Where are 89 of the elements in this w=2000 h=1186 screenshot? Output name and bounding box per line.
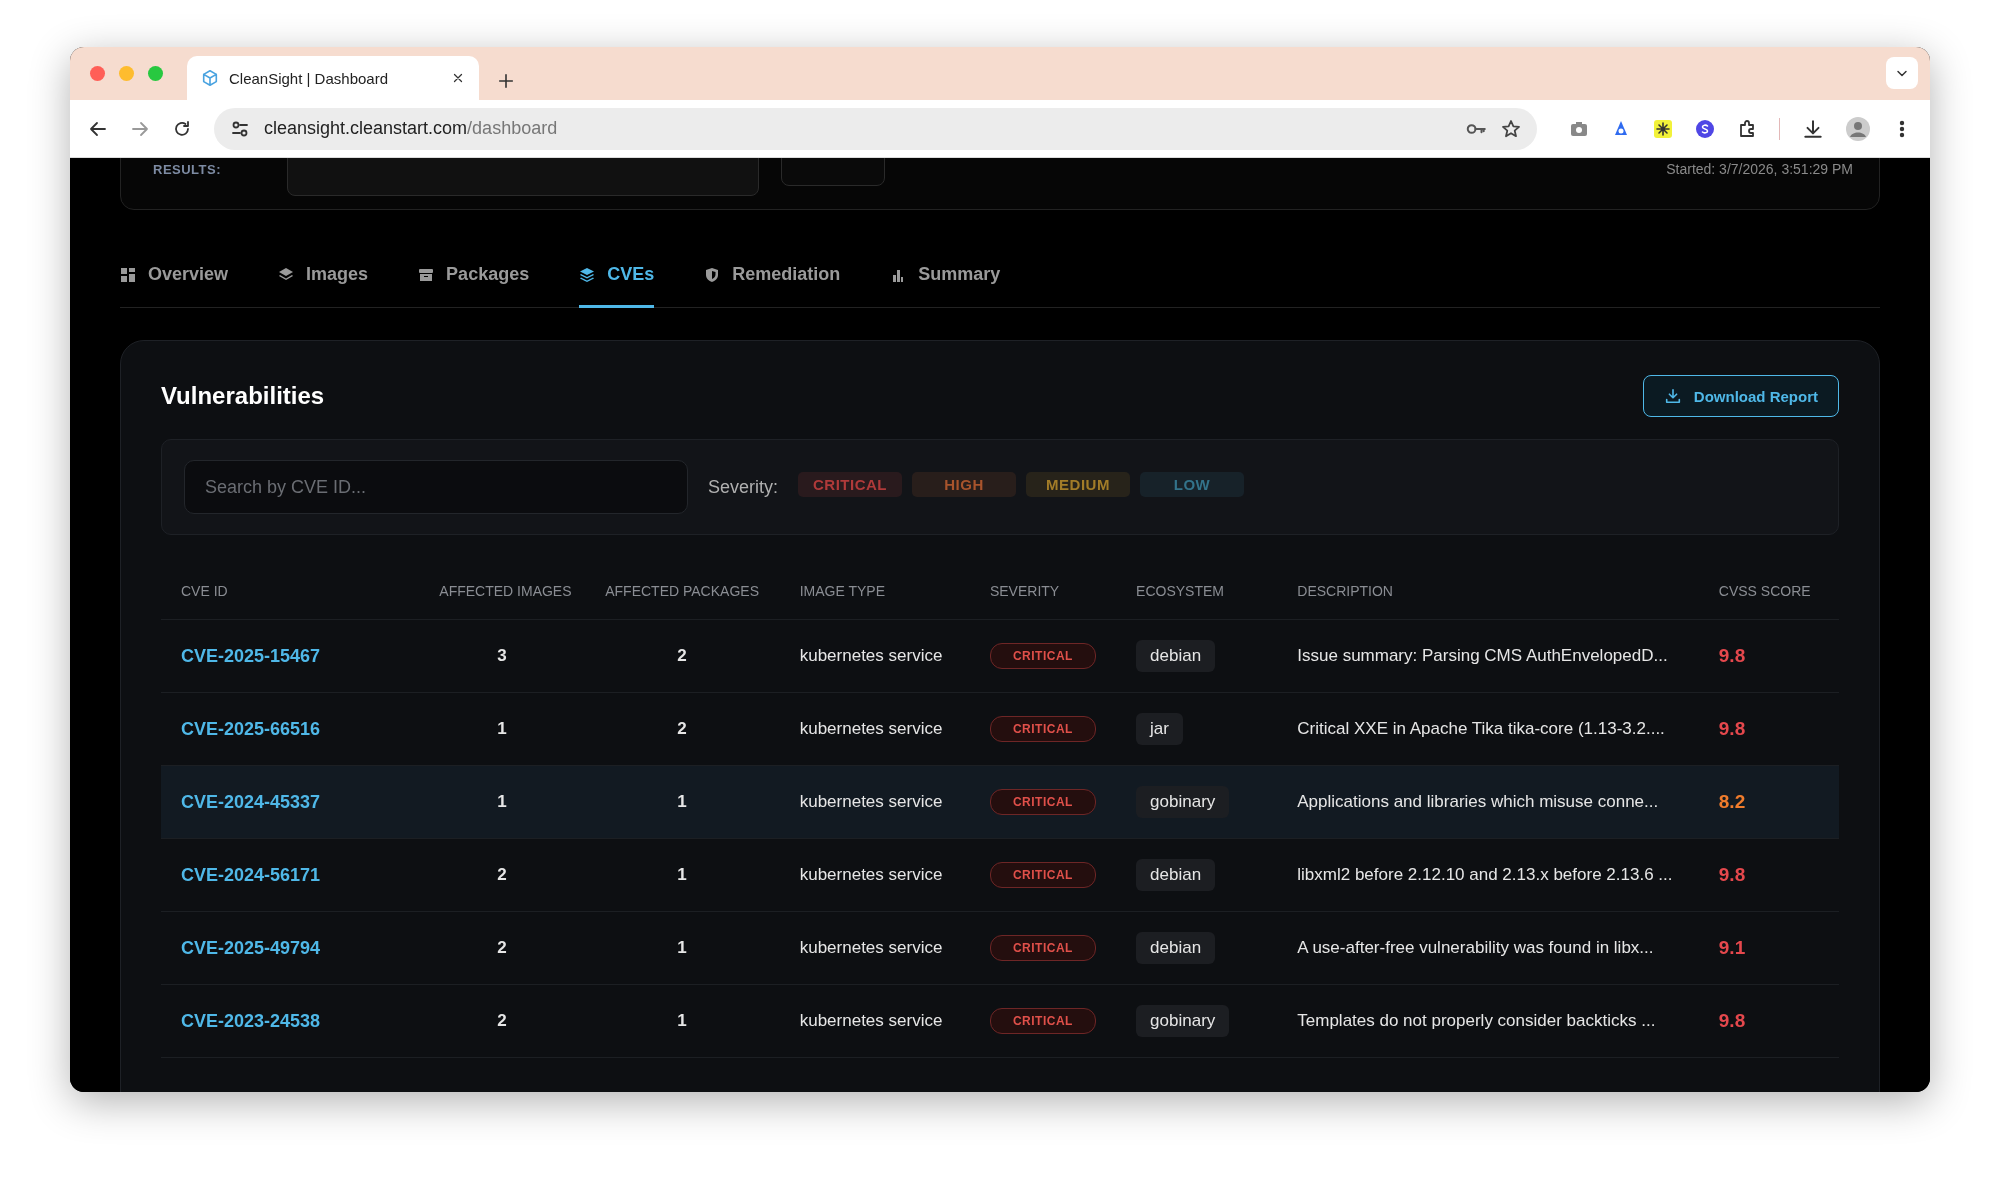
nav-tab[interactable]: Packages (418, 264, 530, 308)
cvss-score: 9.8 (1718, 645, 1746, 666)
table-cell: kubernetes service (799, 1011, 943, 1030)
table-cell: 1 (677, 792, 687, 811)
ecosystem-tag: debian (1136, 640, 1216, 672)
nav-tab[interactable]: CVEs (579, 264, 655, 308)
table-cell: 2 (677, 646, 687, 665)
ecosystem-tag: gobinary (1136, 1005, 1230, 1037)
table-cell: 2 (677, 719, 687, 738)
asterisk-extension-icon[interactable] (1653, 118, 1673, 139)
description-text: Issue summary: Parsing CMS AuthEnvelopedD... (1297, 646, 1668, 665)
new-tab-icon[interactable] (497, 72, 515, 90)
avatar-icon[interactable] (1846, 116, 1870, 141)
table-cell: kubernetes service (799, 792, 943, 811)
search-field[interactable]: Search by CVE ID... (184, 460, 688, 514)
ecosystem-tag: debian (1136, 859, 1216, 891)
cvss-score: 9.8 (1718, 1010, 1746, 1031)
table-cell: 1 (497, 719, 507, 738)
download-icon (1663, 387, 1682, 405)
nav-tab[interactable]: Summary (890, 264, 1001, 308)
column-header: ECOSYSTEM (1136, 583, 1224, 599)
stack-icon (579, 266, 596, 283)
table-cell: kubernetes service (799, 646, 943, 665)
puzzle-icon[interactable] (1737, 118, 1757, 139)
table-cell: kubernetes service (799, 865, 943, 884)
description-text: libxml2 before 2.12.10 and 2.13.x before 2.13.6 ... (1297, 865, 1673, 884)
nav-tab[interactable]: Remediation (704, 264, 841, 308)
layers-icon (278, 266, 295, 283)
severity-badge: CRITICAL (989, 1008, 1096, 1034)
address-bar[interactable]: cleansight.cleanstart.com/dashboard (214, 107, 1537, 150)
nav-tab[interactable]: Images (278, 264, 369, 308)
column-header: IMAGE TYPE (799, 583, 886, 599)
description-text: Critical XXE in Apache Tika tika-core (1.13-3.2.... (1297, 719, 1665, 738)
description-text: Applications and libraries which misuse conne... (1297, 792, 1659, 811)
severity-badge: CRITICAL (989, 789, 1096, 815)
cvss-score: 8.2 (1718, 791, 1746, 812)
download-report-button[interactable]: Download Report (1642, 375, 1839, 417)
cvss-score: 9.8 (1718, 718, 1746, 739)
close-icon[interactable] (451, 71, 465, 85)
column-header: AFFECTED PACKAGES (605, 583, 759, 599)
cve-link[interactable]: CVE-2025-66516 (181, 718, 321, 739)
cve-link[interactable]: CVE-2025-15467 (181, 645, 321, 666)
table-cell: 2 (497, 1011, 507, 1030)
cve-link[interactable]: CVE-2023-24538 (181, 1010, 321, 1031)
star-icon[interactable] (1501, 118, 1521, 139)
grid-icon (120, 266, 136, 283)
cvss-score: 9.8 (1718, 864, 1746, 885)
column-header: CVE ID (181, 583, 228, 599)
archive-icon (418, 266, 435, 283)
reload-icon[interactable] (172, 118, 192, 139)
circle-extension-icon[interactable] (1695, 118, 1715, 139)
table-cell: kubernetes service (799, 938, 943, 957)
download-icon[interactable] (1802, 117, 1824, 140)
severity-badge: CRITICAL (989, 643, 1096, 669)
severity-badge: CRITICAL (989, 935, 1096, 961)
table-cell: 1 (677, 865, 687, 884)
nav-tab[interactable]: Overview (120, 264, 229, 308)
cube-icon (201, 69, 219, 87)
shield-icon (704, 266, 721, 283)
severity-badge: CRITICAL (989, 716, 1096, 742)
table-cell: 1 (677, 1011, 687, 1030)
ecosystem-tag: debian (1136, 932, 1216, 964)
ecosystem-tag: jar (1136, 713, 1183, 745)
cvss-score: 9.1 (1718, 937, 1746, 958)
cve-link[interactable]: CVE-2024-56171 (181, 864, 321, 885)
severity-filter-chip[interactable]: MEDIUM (1026, 471, 1131, 497)
table-cell: 2 (497, 865, 507, 884)
started-time: Started: 3/7/2026, 3:51:29 PM (1666, 161, 1853, 177)
column-header: CVSS SCORE (1718, 583, 1811, 599)
column-header: DESCRIPTION (1297, 583, 1393, 599)
table-cell: 1 (497, 792, 507, 811)
tab-title: CleanSight | Dashboard (229, 69, 389, 87)
table-cell: 3 (497, 646, 507, 665)
column-header: SEVERITY (989, 583, 1060, 599)
description-text: A use-after-free vulnerability was found in libx... (1297, 938, 1654, 957)
table-cell: kubernetes service (799, 719, 943, 738)
table-cell: 1 (677, 938, 687, 957)
description-text: Templates do not properly consider backticks ... (1297, 1011, 1656, 1030)
browser-tab[interactable]: CleanSight | Dashboard (187, 56, 479, 100)
section-title: Vulnerabilities (161, 382, 325, 410)
column-header: AFFECTED IMAGES (439, 583, 572, 599)
url-text: cleansight.cleanstart.com/dashboard (264, 118, 559, 139)
cve-link[interactable]: CVE-2024-45337 (181, 791, 321, 812)
cve-link[interactable]: CVE-2025-49794 (181, 937, 321, 958)
severity-badge: CRITICAL (989, 862, 1096, 888)
table-cell: 2 (497, 938, 507, 957)
ecosystem-tag: gobinary (1136, 786, 1230, 818)
severity-label: Severity: (708, 476, 779, 498)
results-label: RESULTS: (153, 161, 223, 177)
